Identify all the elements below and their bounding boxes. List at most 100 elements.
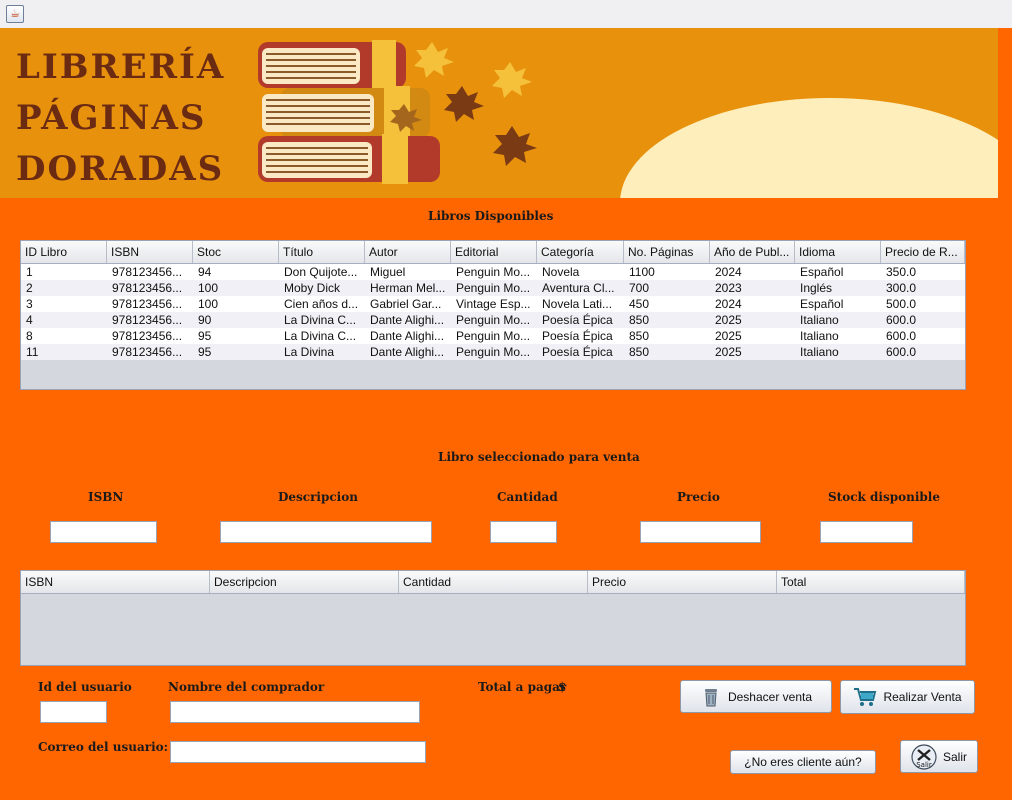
- table-cell: Inglés: [800, 281, 833, 295]
- table-cell: 700: [629, 281, 650, 295]
- table-cell: 2023: [715, 281, 742, 295]
- table-cell: 978123456...: [112, 265, 183, 279]
- table-cell: Herman Mel...: [370, 281, 446, 295]
- table-row[interactable]: 2 978123456... 100 Moby Dick Herman Mel... Pe…: [21, 280, 965, 296]
- table-cell: 500.0: [886, 297, 917, 311]
- books-table-body: 1 978123456... 94 Don Quijote... Miguel Pengu…: [21, 264, 965, 360]
- table-cell: La Divina C...: [284, 329, 357, 343]
- window-titlebar: ☕: [0, 0, 1012, 29]
- table-row[interactable]: 11 978123456... 95 La Divina Dante Alighi...…: [21, 344, 965, 360]
- column-header[interactable]: Stoc: [193, 241, 279, 263]
- table-cell: 8: [26, 329, 33, 343]
- register-client-label: ¿No eres cliente aún?: [744, 755, 862, 769]
- column-header[interactable]: Idioma: [795, 241, 881, 263]
- store-title-line: PÁGINAS: [16, 98, 207, 138]
- cantidad-label: Cantidad: [497, 490, 558, 504]
- table-cell: 978123456...: [112, 281, 183, 295]
- user-id-label: Id del usuario: [38, 680, 132, 694]
- table-cell: Penguin Mo...: [456, 281, 531, 295]
- total-currency: $: [558, 680, 567, 694]
- column-header[interactable]: Descripcion: [210, 571, 399, 593]
- table-row[interactable]: 4 978123456... 90 La Divina C... Dante Aligh…: [21, 312, 965, 328]
- table-cell: Español: [800, 265, 844, 279]
- table-cell: 2025: [715, 313, 742, 327]
- java-cup-icon: ☕: [6, 5, 24, 23]
- undo-sale-label: Deshacer venta: [727, 689, 813, 704]
- exit-button[interactable]: Salir Salir: [900, 740, 978, 773]
- table-cell: 2024: [715, 265, 742, 279]
- stock-label: Stock disponible: [828, 490, 940, 504]
- user-id-field[interactable]: [40, 701, 107, 723]
- table-cell: Penguin Mo...: [456, 329, 531, 343]
- column-header[interactable]: Año de Publ...: [710, 241, 795, 263]
- table-cell: Dante Alighi...: [370, 313, 445, 327]
- table-cell: Penguin Mo...: [456, 345, 531, 359]
- isbn-field[interactable]: [50, 521, 157, 543]
- column-header[interactable]: ISBN: [21, 571, 210, 593]
- column-header[interactable]: ISBN: [107, 241, 193, 263]
- table-cell: 850: [629, 345, 650, 359]
- table-cell: 450: [629, 297, 650, 311]
- store-banner: LIBRERÍA PÁGINAS DORADAS: [0, 28, 998, 198]
- table-cell: 100: [198, 297, 219, 311]
- table-cell: Poesía Épica: [542, 329, 613, 343]
- table-cell: Gabriel Gar...: [370, 297, 442, 311]
- column-header[interactable]: Cantidad: [399, 571, 588, 593]
- descripcion-field[interactable]: [220, 521, 432, 543]
- table-cell: Novela: [542, 265, 580, 279]
- total-label: Total a pagar: [478, 680, 567, 694]
- email-field[interactable]: [170, 741, 426, 763]
- table-cell: 1100: [629, 265, 655, 279]
- table-cell: 2025: [715, 345, 742, 359]
- column-header[interactable]: Precio de R...: [881, 241, 965, 263]
- table-row[interactable]: 1 978123456... 94 Don Quijote... Miguel Pengu…: [21, 264, 965, 280]
- books-table[interactable]: ID Libro ISBN Stoc Título Autor Editorial Cate…: [20, 240, 966, 390]
- sale-table-header: ISBN Descripcion Cantidad Precio Total: [21, 571, 965, 594]
- table-cell: 978123456...: [112, 345, 183, 359]
- store-title-line: LIBRERÍA: [16, 47, 226, 87]
- column-header[interactable]: Categoría: [537, 241, 624, 263]
- buyer-name-field[interactable]: [170, 701, 420, 723]
- cantidad-field[interactable]: [490, 521, 557, 543]
- table-cell: Miguel: [370, 265, 406, 279]
- table-cell: 978123456...: [112, 297, 183, 311]
- table-cell: Dante Alighi...: [370, 329, 445, 343]
- selected-section-title: Libro seleccionado para venta: [438, 450, 640, 464]
- table-cell: 11: [26, 345, 39, 359]
- column-header[interactable]: No. Páginas: [624, 241, 710, 263]
- table-cell: 978123456...: [112, 329, 183, 343]
- sale-table[interactable]: ISBN Descripcion Cantidad Precio Total: [20, 570, 966, 666]
- table-cell: 600.0: [886, 313, 917, 327]
- table-cell: 350.0: [886, 265, 917, 279]
- stock-field[interactable]: [820, 521, 913, 543]
- books-table-header: ID Libro ISBN Stoc Título Autor Editorial Cate…: [21, 241, 965, 264]
- descripcion-label: Descripcion: [278, 490, 358, 504]
- table-cell: 600.0: [886, 345, 917, 359]
- table-cell: Dante Alighi...: [370, 345, 445, 359]
- table-cell: Vintage Esp...: [456, 297, 531, 311]
- column-header[interactable]: Editorial: [451, 241, 537, 263]
- column-header[interactable]: ID Libro: [21, 241, 107, 263]
- precio-label: Precio: [677, 490, 720, 504]
- exit-label: Salir: [942, 749, 967, 764]
- isbn-label: ISBN: [88, 490, 124, 504]
- table-cell: Italiano: [800, 313, 839, 327]
- table-cell: 95: [198, 345, 212, 359]
- make-sale-label: Realizar Venta: [883, 690, 962, 704]
- table-cell: Novela Lati...: [542, 297, 613, 311]
- table-row[interactable]: 8 978123456... 95 La Divina C... Dante Aligh…: [21, 328, 965, 344]
- column-header[interactable]: Precio: [588, 571, 777, 593]
- table-cell: Italiano: [800, 345, 839, 359]
- column-header[interactable]: Título: [279, 241, 365, 263]
- email-label: Correo del usuario:: [38, 740, 169, 754]
- make-sale-button[interactable]: Realizar Venta: [840, 680, 975, 714]
- register-client-button[interactable]: ¿No eres cliente aún?: [730, 750, 876, 774]
- column-header[interactable]: Autor: [365, 241, 451, 263]
- table-cell: Aventura Cl...: [542, 281, 615, 295]
- table-row[interactable]: 3 978123456... 100 Cien años d... Gabriel Ga…: [21, 296, 965, 312]
- table-cell: Italiano: [800, 329, 839, 343]
- undo-sale-button[interactable]: Deshacer venta: [680, 680, 832, 713]
- column-header[interactable]: Total: [777, 571, 965, 593]
- table-cell: 4: [26, 313, 33, 327]
- precio-field[interactable]: [640, 521, 761, 543]
